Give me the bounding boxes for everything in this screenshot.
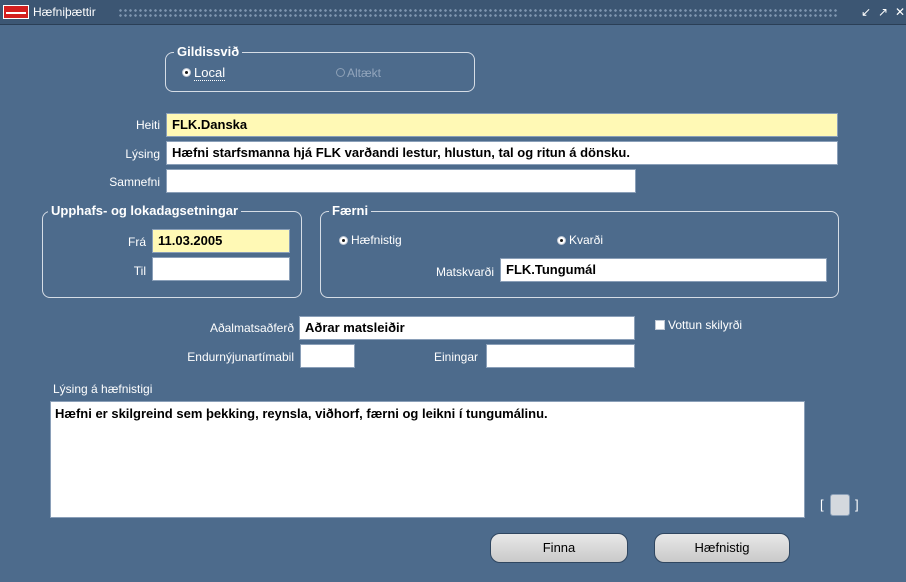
heiti-field[interactable]: FLK.Danska [166, 113, 838, 137]
level-button[interactable]: Hæfnistig [654, 533, 790, 563]
title-bar-grip[interactable] [118, 8, 838, 17]
oracle-app-icon [3, 5, 29, 19]
method-label: Aðalmatsaðferð [209, 321, 294, 335]
scope-local-label[interactable]: Local [194, 65, 226, 81]
dates-group [42, 211, 302, 298]
scope-local-radio[interactable] [182, 68, 191, 77]
flexfield-bracket-right: ] [855, 497, 859, 512]
find-button[interactable]: Finna [490, 533, 628, 563]
scope-global-radio [336, 68, 345, 77]
samnefni-label: Samnefni [109, 175, 160, 189]
skill-group-title: Færni [329, 203, 372, 218]
renewal-label: Endurnýjunartímabil [187, 350, 294, 364]
method-field[interactable]: Aðrar matsleiðir [299, 316, 635, 340]
heiti-label: Heiti [135, 118, 160, 132]
minimize-icon[interactable]: ↙ [859, 4, 873, 20]
skill-group [320, 211, 839, 298]
units-field[interactable] [486, 344, 635, 368]
matskvardi-label: Matskvarði [435, 265, 494, 279]
level-description-textarea[interactable]: Hæfni er skilgreind sem þekking, reynsla… [50, 401, 805, 518]
cert-checkbox[interactable] [655, 320, 665, 330]
flexfield-button[interactable] [830, 494, 850, 516]
date-from-label: Frá [128, 235, 146, 249]
renewal-field[interactable] [300, 344, 355, 368]
date-to-field[interactable] [152, 257, 290, 281]
skill-level-radio[interactable] [339, 236, 348, 245]
date-from-field[interactable]: 11.03.2005 [152, 229, 290, 253]
date-to-label: Til [133, 264, 146, 278]
scope-global-label: Altækt [347, 66, 382, 80]
lysing-label: Lýsing [125, 147, 160, 161]
level-description-label: Lýsing á hæfnistigi [53, 382, 153, 396]
skill-scale-radio[interactable] [557, 236, 566, 245]
maximize-icon[interactable]: ↗ [876, 4, 890, 20]
matskvardi-field[interactable]: FLK.Tungumál [500, 258, 827, 282]
title-bar[interactable]: Hæfniþættir ↙ ↗ ✕ [0, 0, 906, 25]
cert-label[interactable]: Vottun skilyrði [668, 318, 742, 332]
close-icon[interactable]: ✕ [893, 4, 906, 20]
samnefni-field[interactable] [166, 169, 636, 193]
window: Hæfniþættir ↙ ↗ ✕ Gildissvið Local Altæk… [0, 0, 906, 582]
window-title: Hæfniþættir [33, 5, 96, 19]
scope-group-title: Gildissvið [174, 44, 243, 59]
lysing-field[interactable]: Hæfni starfsmanna hjá FLK varðandi lestu… [166, 141, 838, 165]
dates-group-title: Upphafs- og lokadagsetningar [48, 203, 242, 218]
flexfield-bracket-left: [ [820, 497, 824, 512]
skill-scale-label[interactable]: Kvarði [569, 233, 603, 247]
units-label: Einingar [433, 350, 478, 364]
skill-level-label[interactable]: Hæfnistig [351, 233, 402, 247]
